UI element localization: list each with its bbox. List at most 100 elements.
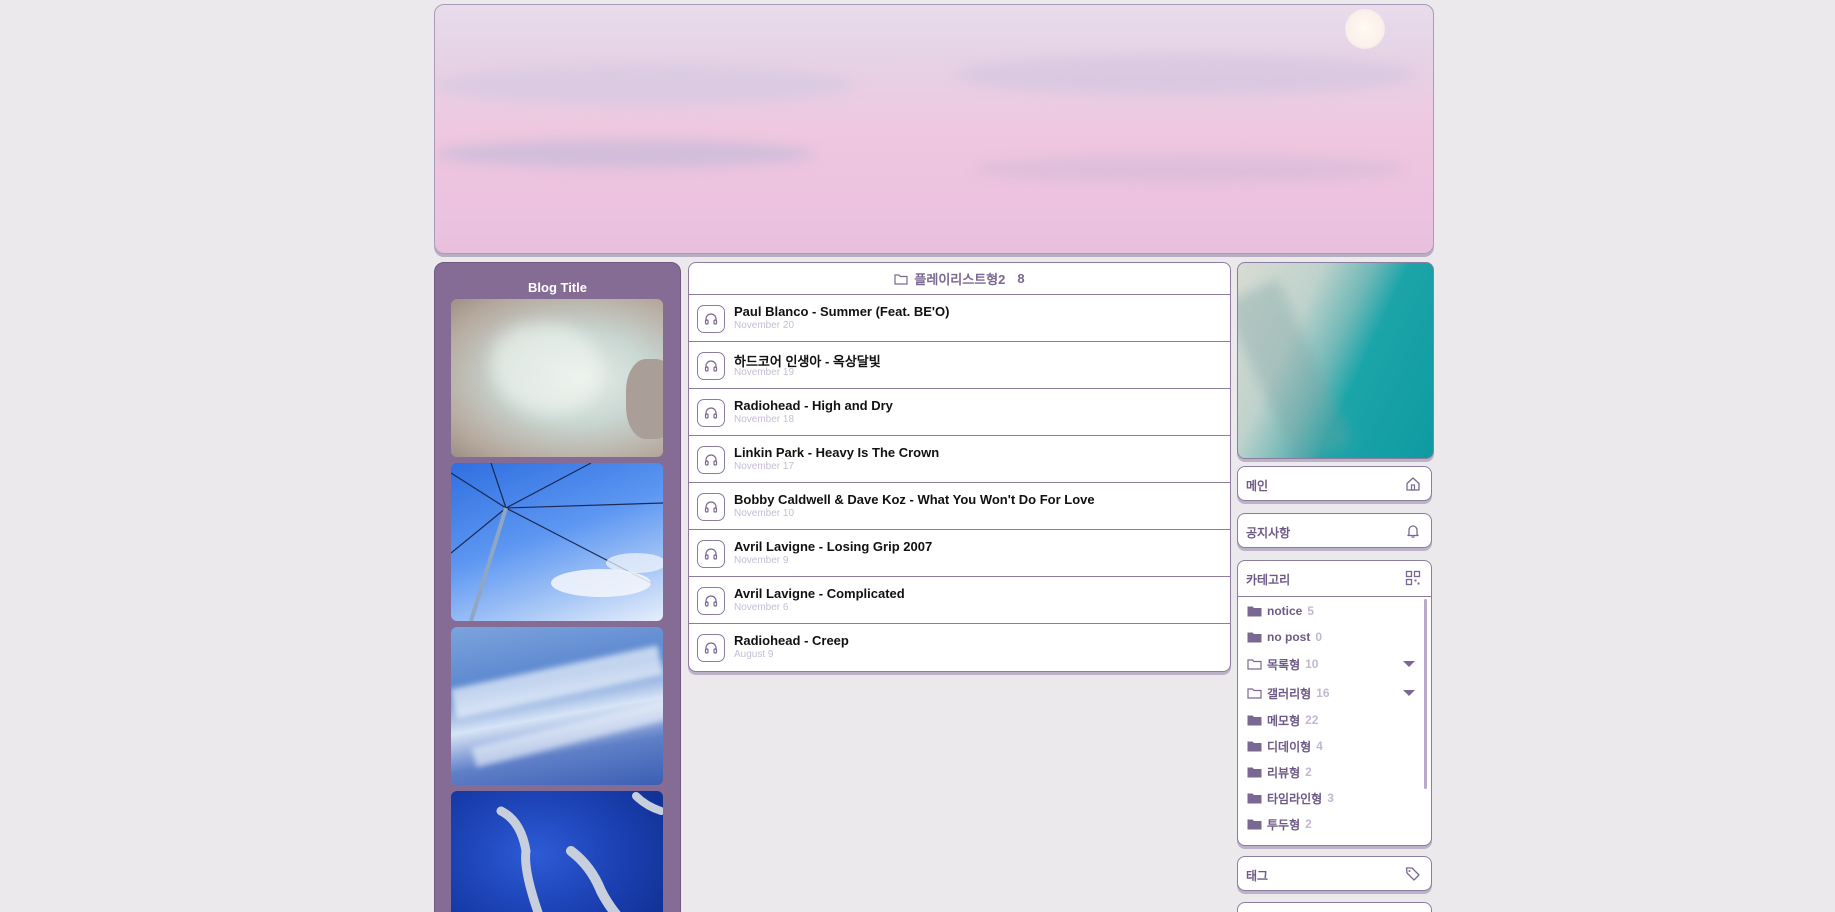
header-banner-image (434, 4, 1434, 254)
category-count: 10 (1305, 657, 1319, 671)
category-item[interactable]: 투두형 2 (1247, 815, 1312, 833)
post-row[interactable]: Linkin Park - Heavy Is The Crown November… (689, 436, 1230, 483)
post-row[interactable]: Avril Lavigne - Losing Grip 2007 November… (689, 530, 1230, 577)
banner-cloud (435, 65, 855, 105)
category-name: notice (1267, 604, 1303, 618)
headphones-icon (697, 540, 725, 568)
gallery-image-waves[interactable] (451, 627, 663, 785)
post-title[interactable]: Avril Lavigne - Losing Grip 2007 (734, 539, 932, 554)
shoreline (1238, 278, 1354, 458)
post-title[interactable]: Radiohead - High and Dry (734, 398, 893, 413)
post-date: November 20 (734, 320, 795, 331)
category-name: 메모형 (1267, 713, 1301, 728)
headphones-icon (697, 446, 725, 474)
post-date: November 10 (734, 508, 795, 519)
category-item[interactable]: 타임라인형 3 (1247, 789, 1334, 807)
folder-filled-icon (1247, 741, 1262, 752)
post-title[interactable]: Linkin Park - Heavy Is The Crown (734, 445, 939, 460)
category-count: 3 (1327, 791, 1334, 805)
home-icon (1406, 477, 1420, 491)
nav-tag-button[interactable]: 태그 (1237, 856, 1432, 891)
category-name: 디데이형 (1267, 739, 1312, 754)
tag-icon (1405, 867, 1420, 881)
category-item[interactable]: 디데이형 4 (1247, 737, 1323, 755)
blog-page: Blog Title 플레이리스트형2 8 Paul Blanco - Summ… (0, 0, 1835, 912)
category-count: 4 (1316, 739, 1323, 753)
category-item[interactable]: 메모형 22 (1247, 711, 1318, 729)
list-header: 플레이리스트형2 8 (689, 263, 1230, 295)
post-title[interactable]: Avril Lavigne - Complicated (734, 586, 905, 601)
category-item[interactable]: notice 5 (1247, 602, 1314, 620)
folder-filled-icon (1247, 606, 1262, 617)
blog-title[interactable]: Blog Title (435, 280, 680, 295)
post-date: August 9 (734, 649, 774, 660)
post-title[interactable]: Bobby Caldwell & Dave Koz - What You Won… (734, 492, 1095, 507)
post-date: November 17 (734, 461, 795, 472)
category-item[interactable]: 목록형 10 (1247, 655, 1318, 673)
next-sidebar-widget (1237, 902, 1432, 912)
category-item[interactable]: no post 0 (1247, 628, 1322, 646)
list-post-count: 8 (1017, 271, 1025, 286)
category-item[interactable]: 리뷰형 2 (1247, 763, 1312, 781)
headphones-icon (697, 493, 725, 521)
left-sidebar: Blog Title (434, 262, 681, 912)
nav-tag-label: 태그 (1246, 869, 1269, 883)
category-name: 목록형 (1267, 657, 1301, 672)
post-date: November 19 (734, 367, 795, 378)
umbrella-lines (451, 463, 663, 621)
folder-outline-icon (1247, 688, 1262, 699)
post-row[interactable]: Radiohead - Creep August 9 (689, 624, 1230, 670)
headphones-icon (697, 587, 725, 615)
category-header[interactable]: 카테고리 (1238, 561, 1431, 597)
post-row[interactable]: Bobby Caldwell & Dave Koz - What You Won… (689, 483, 1230, 530)
folder-filled-icon (1247, 767, 1262, 778)
profile-image-sea[interactable] (1237, 262, 1434, 459)
category-count: 5 (1307, 604, 1315, 618)
category-scrollbar[interactable] (1424, 599, 1427, 789)
rock-shape (626, 359, 663, 439)
post-title[interactable]: Paul Blanco - Summer (Feat. BE'O) (734, 304, 949, 319)
nav-notice-label: 공지사항 (1246, 526, 1291, 540)
nav-notice-button[interactable]: 공지사항 (1237, 513, 1432, 548)
category-name: no post (1267, 630, 1311, 644)
nav-home-button[interactable]: 메인 (1237, 466, 1432, 501)
list-category-name: 플레이리스트형2 (914, 272, 1006, 287)
gallery-image-fish[interactable] (451, 791, 663, 912)
folder-filled-icon (1247, 715, 1262, 726)
nav-home-label: 메인 (1246, 479, 1269, 493)
category-name: 리뷰형 (1267, 765, 1301, 780)
banner-cloud (975, 155, 1405, 183)
banner-cloud (955, 55, 1415, 95)
folder-filled-icon (1247, 793, 1262, 804)
post-date: November 18 (734, 414, 795, 425)
grid-icon (1405, 570, 1421, 586)
category-count: 16 (1316, 686, 1330, 700)
category-name: 타임라인형 (1267, 791, 1323, 806)
category-name: 갤러리형 (1267, 686, 1312, 701)
gallery-image-umbrella-sky[interactable] (451, 463, 663, 621)
post-date: November 6 (734, 602, 789, 613)
expand-arrow-icon[interactable] (1403, 661, 1415, 667)
banner-cloud (435, 140, 815, 168)
post-row[interactable]: 하드코어 인생아 - 옥상달빛 November 19 (689, 342, 1230, 389)
bell-icon (1407, 525, 1419, 538)
headphones-icon (697, 305, 725, 333)
category-header-label: 카테고리 (1246, 573, 1291, 587)
post-row[interactable]: Avril Lavigne - Complicated November 6 (689, 577, 1230, 624)
folder-filled-icon (1247, 819, 1262, 830)
category-panel: 카테고리 notice 5 no post 0 목록형 10 갤러리형 16 메모형 22 디데이형… (1237, 560, 1432, 846)
post-date: November 9 (734, 555, 789, 566)
expand-arrow-icon[interactable] (1403, 690, 1415, 696)
headphones-icon (697, 352, 725, 380)
post-row[interactable]: Radiohead - High and Dry November 18 (689, 389, 1230, 436)
category-name: 투두형 (1267, 817, 1301, 832)
post-title[interactable]: Radiohead - Creep (734, 633, 849, 648)
fish-shapes (496, 792, 663, 912)
headphones-icon (697, 399, 725, 427)
category-count: 2 (1305, 765, 1312, 779)
post-row[interactable]: Paul Blanco - Summer (Feat. BE'O) Novembe… (689, 295, 1230, 342)
category-item[interactable]: 갤러리형 16 (1247, 684, 1330, 702)
gallery-image-rocks-water[interactable] (451, 299, 663, 457)
folder-outline-icon (894, 273, 909, 285)
category-count: 22 (1305, 713, 1319, 727)
